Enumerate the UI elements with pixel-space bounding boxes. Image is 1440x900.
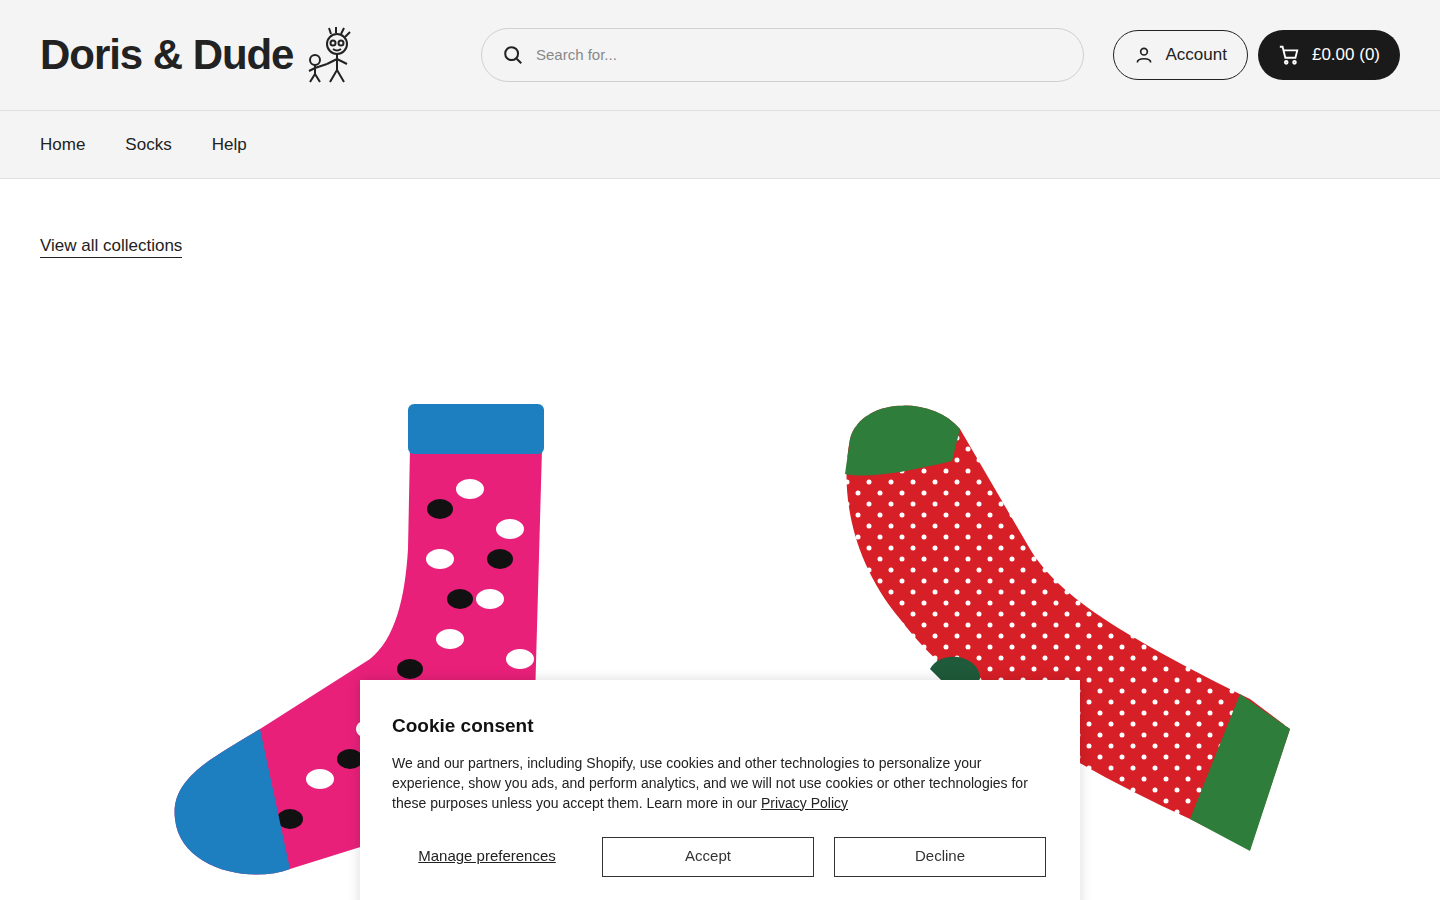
main-nav: Home Socks Help [0, 111, 1440, 179]
cookie-button[interactable]: Decline [834, 837, 1046, 877]
privacy-policy-link[interactable]: Privacy Policy [761, 795, 848, 811]
nav-item[interactable]: Home [40, 132, 85, 158]
manage-preferences-link[interactable]: Manage preferences [392, 845, 582, 868]
cookie-text: We and our partners, including Shopify, … [392, 753, 1048, 813]
nav-item[interactable]: Socks [125, 132, 171, 158]
cart-icon [1278, 44, 1300, 66]
cookie-title: Cookie consent [392, 712, 1048, 741]
header: Doris & DudeSearch for... Account£0.00 (0… [0, 0, 1440, 111]
stick-figure-icon [305, 26, 353, 84]
view-all-collections-link[interactable]: View all collections [40, 236, 182, 258]
nav-item[interactable]: Help [212, 132, 247, 158]
cart-button[interactable]: £0.00 (0) [1258, 30, 1400, 80]
search-icon [502, 44, 524, 66]
logo[interactable]: Doris & Dude [40, 26, 481, 84]
cookie-button[interactable]: Accept [602, 837, 814, 877]
user-icon [1134, 45, 1154, 65]
cookie-dialog: Cookie consent We and our partners, inclu… [360, 680, 1080, 900]
page: Doris & DudeSearch for... Account£0.00 (0… [0, 0, 1440, 900]
search-field[interactable]: Search for... [481, 28, 1084, 82]
account-button[interactable]: Account [1113, 30, 1248, 80]
